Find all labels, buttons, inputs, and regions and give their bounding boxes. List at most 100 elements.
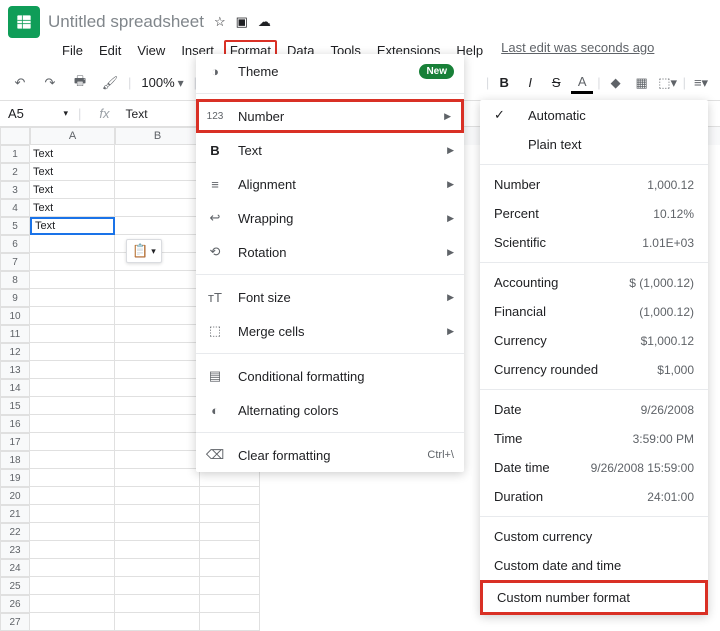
align-icon[interactable]: ≡▾ xyxy=(690,72,712,94)
menu-number[interactable]: 123Number▶ xyxy=(196,99,464,133)
cell[interactable] xyxy=(30,253,115,271)
num-automatic[interactable]: ✓Automatic xyxy=(480,100,708,130)
num-duration[interactable]: Duration24:01:00 xyxy=(480,482,708,511)
cell[interactable] xyxy=(30,505,115,523)
cell[interactable] xyxy=(115,487,200,505)
row-header[interactable]: 4 xyxy=(0,199,30,217)
menu-theme[interactable]: ◑ThemeNew xyxy=(196,54,464,88)
cell[interactable] xyxy=(115,343,200,361)
cell[interactable] xyxy=(115,613,200,631)
doc-title[interactable]: Untitled spreadsheet xyxy=(48,12,204,32)
sheets-logo[interactable] xyxy=(8,6,40,38)
menu-wrapping[interactable]: ↩Wrapping▶ xyxy=(196,201,464,235)
num-datetime[interactable]: Date time9/26/2008 15:59:00 xyxy=(480,453,708,482)
menu-text[interactable]: BText▶ xyxy=(196,133,464,167)
cell[interactable]: Text xyxy=(30,181,115,199)
borders-icon[interactable]: ▦ xyxy=(631,72,653,94)
cell[interactable]: Text xyxy=(30,217,115,235)
print-icon[interactable]: 🖶 xyxy=(68,71,92,95)
menu-edit[interactable]: Edit xyxy=(93,40,127,61)
zoom-select[interactable]: 100% ▾ xyxy=(137,73,187,92)
num-custom-datetime[interactable]: Custom date and time xyxy=(480,551,708,580)
row-header[interactable]: 22 xyxy=(0,523,30,541)
cell[interactable] xyxy=(30,271,115,289)
merge-icon[interactable]: ⬚▾ xyxy=(657,72,679,94)
last-edit-link[interactable]: Last edit was seconds ago xyxy=(501,40,654,61)
text-color-icon[interactable]: A xyxy=(571,72,593,94)
cell[interactable] xyxy=(30,559,115,577)
cell[interactable] xyxy=(30,523,115,541)
cell[interactable] xyxy=(115,541,200,559)
num-number[interactable]: Number1,000.12 xyxy=(480,170,708,199)
row-header[interactable]: 12 xyxy=(0,343,30,361)
menu-fontsize[interactable]: ᴛTFont size▶ xyxy=(196,280,464,314)
num-plain[interactable]: Plain text xyxy=(480,130,708,159)
num-time[interactable]: Time3:59:00 PM xyxy=(480,424,708,453)
cell[interactable] xyxy=(115,523,200,541)
cell[interactable] xyxy=(115,181,200,199)
cell[interactable] xyxy=(30,469,115,487)
row-header[interactable]: 24 xyxy=(0,559,30,577)
cell[interactable]: Text xyxy=(30,163,115,181)
row-header[interactable]: 7 xyxy=(0,253,30,271)
row-header[interactable]: 5 xyxy=(0,217,30,235)
menu-file[interactable]: File xyxy=(56,40,89,61)
cell[interactable] xyxy=(30,613,115,631)
row-header[interactable]: 11 xyxy=(0,325,30,343)
star-icon[interactable]: ☆ xyxy=(214,14,226,30)
row-header[interactable]: 14 xyxy=(0,379,30,397)
cell[interactable] xyxy=(115,415,200,433)
cell[interactable] xyxy=(30,343,115,361)
cell[interactable] xyxy=(200,541,260,559)
cell[interactable] xyxy=(115,307,200,325)
row-header[interactable]: 23 xyxy=(0,541,30,559)
cell[interactable] xyxy=(30,361,115,379)
row-header[interactable]: 8 xyxy=(0,271,30,289)
row-header[interactable]: 9 xyxy=(0,289,30,307)
name-box[interactable]: A5▾ xyxy=(8,106,68,121)
menu-conditional[interactable]: ▤Conditional formatting xyxy=(196,359,464,393)
cell[interactable] xyxy=(115,505,200,523)
row-header[interactable]: 6 xyxy=(0,235,30,253)
cell[interactable] xyxy=(30,577,115,595)
row-header[interactable]: 10 xyxy=(0,307,30,325)
num-date[interactable]: Date9/26/2008 xyxy=(480,395,708,424)
cell[interactable] xyxy=(200,577,260,595)
menu-view[interactable]: View xyxy=(131,40,171,61)
num-accounting[interactable]: Accounting$ (1,000.12) xyxy=(480,268,708,297)
cell[interactable] xyxy=(30,451,115,469)
cell[interactable] xyxy=(200,613,260,631)
cell[interactable] xyxy=(200,595,260,613)
cell[interactable] xyxy=(115,451,200,469)
menu-alignment[interactable]: ≡Alignment▶ xyxy=(196,167,464,201)
cell[interactable] xyxy=(115,469,200,487)
cell[interactable] xyxy=(115,289,200,307)
cell[interactable] xyxy=(30,415,115,433)
row-header[interactable]: 13 xyxy=(0,361,30,379)
menu-clear-format[interactable]: ⌫Clear formattingCtrl+\ xyxy=(196,438,464,472)
cell[interactable] xyxy=(115,577,200,595)
cell[interactable] xyxy=(30,289,115,307)
row-header[interactable]: 27 xyxy=(0,613,30,631)
row-header[interactable]: 19 xyxy=(0,469,30,487)
num-currency-rounded[interactable]: Currency rounded$1,000 xyxy=(480,355,708,384)
cell[interactable] xyxy=(115,379,200,397)
cell[interactable] xyxy=(200,523,260,541)
num-financial[interactable]: Financial(1,000.12) xyxy=(480,297,708,326)
paste-options[interactable]: 📋▾ xyxy=(126,239,162,263)
cell[interactable] xyxy=(30,397,115,415)
cell[interactable] xyxy=(200,487,260,505)
cell[interactable] xyxy=(115,271,200,289)
num-custom-currency[interactable]: Custom currency xyxy=(480,522,708,551)
bold-icon[interactable]: B xyxy=(493,72,515,94)
menu-rotation[interactable]: ⟲Rotation▶ xyxy=(196,235,464,269)
row-header[interactable]: 25 xyxy=(0,577,30,595)
num-custom-number[interactable]: Custom number format xyxy=(480,580,708,615)
cell[interactable] xyxy=(30,379,115,397)
cell[interactable] xyxy=(115,325,200,343)
cell[interactable] xyxy=(30,235,115,253)
cell[interactable] xyxy=(30,307,115,325)
fill-color-icon[interactable]: ◆ xyxy=(605,72,627,94)
col-header[interactable]: B xyxy=(115,127,200,145)
cell[interactable] xyxy=(115,217,200,235)
